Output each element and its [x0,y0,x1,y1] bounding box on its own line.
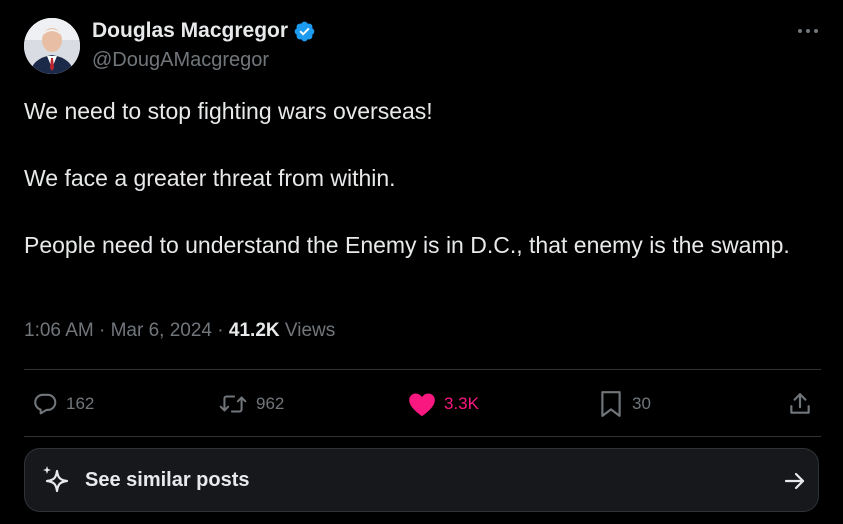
action-bar: 162 962 3.3K 30 [24,370,821,436]
heart-icon [409,393,435,417]
bookmark-button[interactable]: 30 [598,390,651,418]
repost-button[interactable]: 962 [218,390,284,418]
reply-button[interactable]: 162 [32,390,94,418]
reply-icon [34,393,57,415]
verified-badge-icon [293,20,316,43]
more-button[interactable] [795,20,821,42]
tweet-text: We need to stop fighting wars overseas! … [24,95,814,262]
author-handle[interactable]: @DougAMacgregor [92,49,269,72]
like-count: 3.3K [444,394,479,413]
avatar-image [24,18,80,74]
share-icon [790,393,810,414]
arrow-right-icon [784,472,805,490]
share-button[interactable] [787,390,813,418]
more-icon [798,29,818,33]
tweet-paragraph: We face a greater threat from within. [24,165,396,191]
tweet-meta: 1:06 AM · Mar 6, 2024 · 41.2K Views [24,320,335,342]
like-button[interactable]: 3.3K [408,390,479,418]
bookmark-count: 30 [632,394,651,413]
divider [24,436,821,437]
meta-separator: · [99,320,111,341]
views-label: Views [284,320,336,341]
meta-separator: · [217,320,229,341]
avatar[interactable] [24,18,80,74]
repost-icon [219,395,247,413]
author-name-row[interactable]: Douglas Macgregor [92,19,316,43]
see-similar-posts-label: See similar posts [85,469,250,491]
repost-count: 962 [256,394,285,413]
tweet-paragraph: We need to stop fighting wars overseas! [24,98,433,124]
tweet-time[interactable]: 1:06 AM [24,320,94,341]
sparkle-icon [43,466,69,493]
bookmark-icon [601,391,621,417]
author-name[interactable]: Douglas Macgregor [92,19,288,43]
views-count: 41.2K [228,320,280,341]
tweet-paragraph: People need to understand the Enemy is i… [24,232,790,258]
tweet-date[interactable]: Mar 6, 2024 [111,320,212,341]
reply-count: 162 [66,394,95,413]
see-similar-posts-button[interactable]: See similar posts [24,448,819,512]
